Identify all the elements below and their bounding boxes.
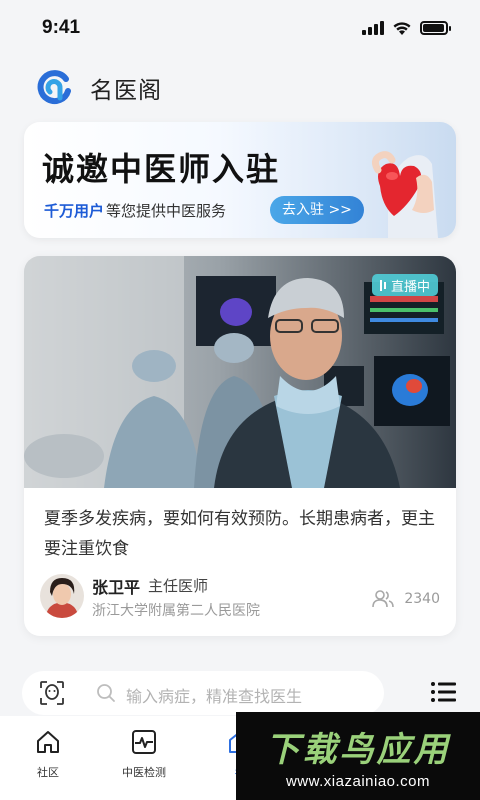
cellular-signal-icon: [362, 21, 384, 35]
battery-icon: [420, 21, 451, 35]
app-header: 名医阁: [36, 68, 162, 108]
app-title: 名医阁: [90, 78, 162, 104]
banner-subtitle: 千万用户 等您提供中医服务: [44, 200, 226, 221]
doctor-name: 张卫平: [92, 578, 141, 597]
watermark: 下载鸟应用 www.xiazainiao.com: [236, 712, 480, 800]
doctor-info[interactable]: 张卫平 主任医师 浙江大学附属第二人民医院 2340: [40, 574, 440, 622]
home-icon: [37, 731, 59, 753]
nav-label-community: 社区: [37, 766, 59, 779]
viewer-count: 2340: [404, 591, 440, 607]
search-icon: [97, 684, 115, 702]
banner-headline: 诚邀中医师入驻: [42, 150, 281, 188]
live-cover-image[interactable]: 直播中: [24, 256, 456, 488]
live-status-badge: 直播中: [371, 274, 438, 296]
nav-item-tcm-check[interactable]: 中医检测: [96, 716, 192, 800]
doctor-avatar[interactable]: [40, 574, 84, 618]
banner-highlight: 千万用户: [44, 202, 105, 220]
recruit-banner[interactable]: 诚邀中医师入驻 千万用户 等您提供中医服务 去入驻 >>: [24, 122, 456, 238]
users-icon: [372, 590, 395, 608]
viewer-group: 2340: [372, 590, 440, 608]
status-icons: [362, 21, 451, 36]
face-scan-icon[interactable]: [38, 679, 66, 707]
doctor-hospital: 浙江大学附属第二人民医院: [92, 603, 260, 619]
live-title: 夏季多发疾病，要如何有效预防。长期患病者，更主要注重饮食: [44, 509, 435, 559]
heart-hand-illustration: [371, 151, 438, 238]
banner-subtitle-text: 等您提供中医服务: [106, 202, 227, 220]
wifi-icon: [393, 21, 411, 35]
pulse-monitor-icon: [132, 730, 156, 754]
search-row: 输入病症，精准查找医生: [22, 671, 458, 715]
nav-item-community[interactable]: 社区: [0, 716, 96, 800]
list-menu-icon[interactable]: [430, 681, 456, 703]
status-time: 9:41: [42, 17, 81, 38]
status-bar: 9:41: [0, 0, 480, 56]
nav-label-tcm-check: 中医检测: [122, 766, 166, 779]
watermark-url: www.xiazainiao.com: [285, 773, 431, 790]
live-status-label: 直播中: [390, 279, 430, 295]
doctor-rank: 主任医师: [148, 577, 209, 595]
app-logo-icon: [37, 70, 71, 105]
live-bars-icon: [379, 279, 386, 291]
live-card[interactable]: 直播中 夏季多发疾病，要如何有效预防。长期患病者，更主要注重饮食 张卫平 主任医…: [24, 256, 456, 636]
search-bar[interactable]: 输入病症，精准查找医生: [22, 671, 384, 715]
search-input[interactable]: 输入病症，精准查找医生: [126, 683, 302, 707]
watermark-title: 下载鸟应用: [265, 730, 451, 770]
